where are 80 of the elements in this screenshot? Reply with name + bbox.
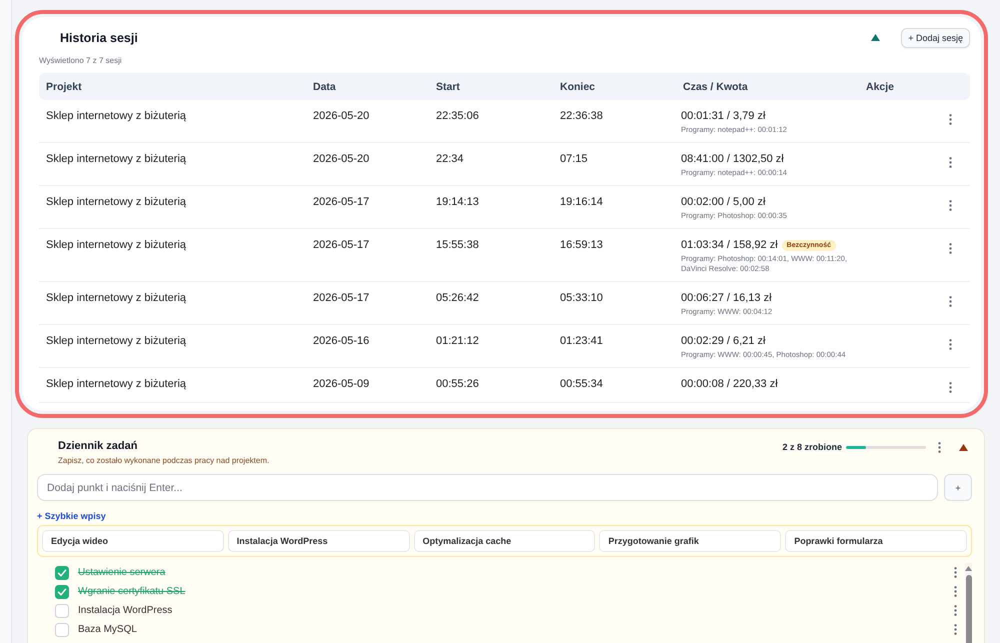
caret-up-icon[interactable]: [871, 34, 880, 41]
date-cell: 2026-05-17: [313, 196, 370, 208]
project-cell: Sklep internetowy z biżuterią: [46, 153, 186, 165]
kebab-menu-icon[interactable]: [954, 567, 957, 578]
end-time-cell: 19:16:14: [560, 196, 603, 208]
kebab-menu-icon[interactable]: [949, 243, 952, 254]
start-time-cell: 01:21:12: [436, 335, 479, 347]
date-cell: 2026-05-20: [313, 153, 370, 165]
end-time-cell: 22:36:38: [560, 110, 603, 122]
task-checkbox[interactable]: [55, 584, 69, 598]
caret-up-icon[interactable]: [959, 444, 968, 450]
kebab-menu-icon[interactable]: [954, 586, 957, 597]
project-cell: Sklep internetowy z biżuterią: [46, 335, 186, 347]
column-header: Akcje: [866, 80, 896, 92]
project-cell: Sklep internetowy z biżuterią: [46, 196, 186, 208]
end-time-cell: 16:59:13: [560, 239, 603, 251]
end-time-cell: 00:55:34: [560, 378, 603, 390]
task-checkbox[interactable]: [55, 604, 69, 618]
session-count: Wyświetlono 7 z 7 sesji: [39, 56, 123, 66]
duration-amount-text: 01:03:34 / 158,92 zł: [681, 238, 778, 252]
duration-amount-text: 00:01:31 / 3,79 zł: [681, 109, 766, 123]
task-label: Instalacja WordPress: [78, 605, 174, 616]
scroll-up-icon[interactable]: [965, 566, 972, 571]
column-header: Start: [435, 80, 461, 92]
project-cell: Sklep internetowy z biżuterią: [46, 239, 186, 251]
end-time-cell: 05:33:10: [560, 292, 603, 304]
task-label: Baza MySQL: [78, 624, 138, 635]
task-label: Wgranie certyfikatu SSL: [78, 586, 186, 597]
start-time-cell: 00:55:26: [436, 378, 479, 390]
date-cell: 2026-05-17: [313, 239, 370, 251]
quick-entry-button[interactable]: Przygotowanie grafik: [599, 530, 782, 552]
kebab-menu-icon[interactable]: [954, 624, 957, 635]
add-session-button[interactable]: + Dodaj sesję: [901, 28, 970, 48]
start-time-cell: 19:14:13: [436, 196, 479, 208]
scrollbar-track[interactable]: [965, 563, 972, 643]
kebab-menu-icon[interactable]: [938, 442, 941, 452]
scrollbar-thumb[interactable]: [966, 575, 972, 643]
task-checkbox[interactable]: [55, 566, 69, 580]
quick-entry-button[interactable]: Edycja wideo: [42, 530, 224, 552]
start-time-cell: 22:35:06: [436, 110, 479, 122]
date-cell: 2026-05-09: [313, 378, 370, 390]
panel-title: Historia sesji: [60, 30, 139, 44]
project-cell: Sklep internetowy z biżuterią: [46, 110, 186, 122]
date-cell: 2026-05-16: [313, 335, 370, 347]
quick-entry-button[interactable]: Instalacja WordPress: [228, 530, 410, 552]
quick-entry-button[interactable]: Optymalizacja cache: [414, 530, 596, 552]
column-header: Data: [312, 80, 337, 92]
start-time-cell: 15:55:38: [436, 239, 479, 251]
task-label: Ustawienie serwera: [78, 567, 166, 578]
date-cell: 2026-05-17: [313, 292, 370, 304]
duration-amount-text: 00:00:08 / 220,33 zł: [681, 377, 778, 391]
duration-amount-text: 08:41:00 / 1302,50 zł: [681, 152, 784, 166]
panel-title: Dziennik zadań: [58, 439, 138, 453]
end-time-cell: 01:23:41: [560, 335, 603, 347]
column-header: Czas / Kwota: [682, 80, 749, 92]
quick-entry-button[interactable]: Poprawki formularza: [785, 530, 967, 552]
kebab-menu-icon[interactable]: [949, 200, 952, 211]
duration-amount-text: 00:02:00 / 5,00 zł: [681, 195, 766, 209]
progress-label: 2 z 8 zrobione: [782, 442, 842, 452]
kebab-menu-icon[interactable]: [949, 339, 952, 350]
start-time-cell: 22:34: [436, 153, 464, 165]
kebab-menu-icon[interactable]: [949, 114, 952, 125]
project-cell: Sklep internetowy z biżuterią: [46, 378, 186, 390]
date-cell: 2026-05-20: [313, 110, 370, 122]
kebab-menu-icon[interactable]: [949, 296, 952, 307]
start-time-cell: 05:26:42: [436, 292, 479, 304]
task-checkbox[interactable]: [55, 622, 69, 636]
panel-description: Zapisz, co zostało wykonane podczas pracy nad projektem.: [58, 456, 270, 466]
add-task-button[interactable]: +: [944, 474, 972, 501]
kebab-menu-icon[interactable]: [949, 382, 952, 393]
quick-entries-link[interactable]: + Szybkie wpisy: [37, 510, 106, 522]
duration-amount-text: 00:02:29 / 6,21 zł: [681, 334, 766, 348]
task-input[interactable]: Dodaj punkt i naciśnij Enter...: [37, 474, 938, 501]
end-time-cell: 07:15: [560, 153, 588, 165]
duration-amount-text: 00:06:27 / 16,13 zł: [681, 291, 772, 305]
column-header: Koniec: [559, 80, 596, 92]
project-cell: Sklep internetowy z biżuterią: [46, 292, 186, 304]
column-header: Projekt: [45, 80, 83, 92]
kebab-menu-icon[interactable]: [954, 605, 957, 616]
kebab-menu-icon[interactable]: [949, 157, 952, 168]
